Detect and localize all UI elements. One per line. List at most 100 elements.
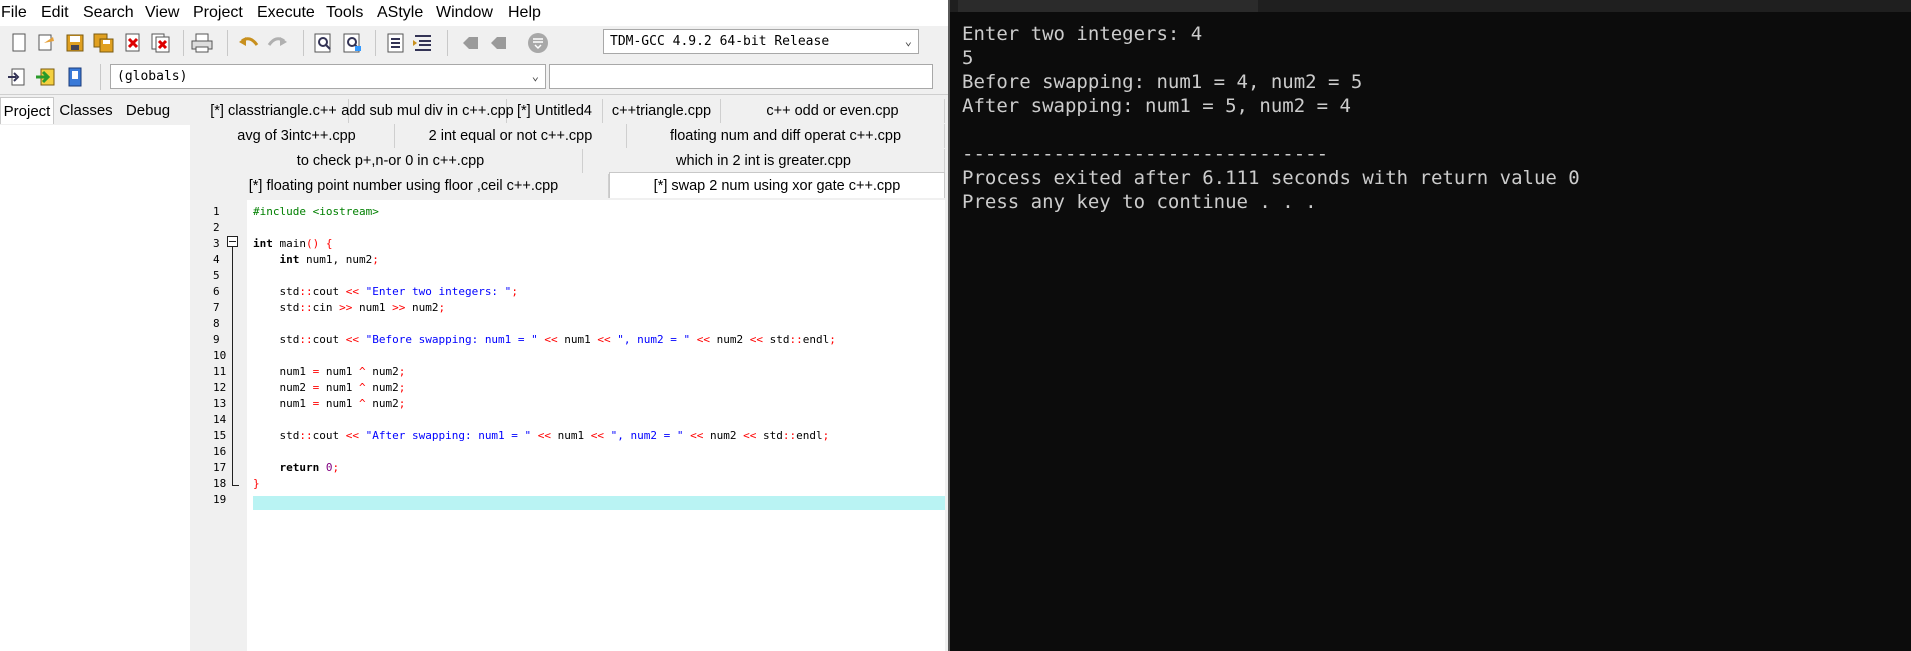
line-number: 2 bbox=[213, 221, 220, 234]
line-number: 16 bbox=[213, 445, 227, 458]
print-icon[interactable] bbox=[190, 31, 214, 55]
line-number: 7 bbox=[213, 301, 220, 314]
console-titlebar bbox=[950, 0, 1911, 12]
console-separator: -------------------------------- bbox=[962, 143, 1329, 165]
menu-execute[interactable]: Execute bbox=[257, 4, 315, 22]
code-line-17: return 0; bbox=[253, 461, 340, 474]
tab-classtriangle[interactable]: [*] classtriangle.c++ bbox=[199, 99, 349, 123]
fold-guide-end bbox=[232, 485, 239, 486]
code-line-12: num2 = num1 ^ num2; bbox=[253, 381, 406, 394]
menu-window[interactable]: Window bbox=[436, 4, 493, 22]
tab-check-pos-neg-zero[interactable]: to check p+,n-or 0 in c++.cpp bbox=[199, 149, 583, 173]
indent-icon[interactable] bbox=[384, 31, 408, 55]
open-folder-icon[interactable] bbox=[34, 31, 58, 55]
chevron-down-icon: ⌄ bbox=[531, 69, 539, 83]
code-line-15: std::cout << "After swapping: num1 = " <… bbox=[253, 429, 830, 442]
line-number: 17 bbox=[213, 461, 227, 474]
line-number: 19 bbox=[213, 493, 227, 506]
tab-classes[interactable]: Classes bbox=[56, 97, 116, 123]
tab-swap-xor-active[interactable]: [*] swap 2 num using xor gate c++.cpp bbox=[609, 172, 945, 198]
tab-2-int-equal[interactable]: 2 int equal or not c++.cpp bbox=[395, 124, 627, 148]
compiler-select[interactable]: TDM-GCC 4.9.2 64-bit Release ⌄ bbox=[603, 29, 919, 54]
line-number: 18 bbox=[213, 477, 227, 490]
console-window[interactable]: Enter two integers: 4 5 Before swapping:… bbox=[950, 0, 1911, 651]
console-line: 5 bbox=[962, 47, 974, 69]
insert-icon[interactable] bbox=[34, 65, 58, 89]
class-browser-icon[interactable] bbox=[63, 65, 87, 89]
bookmark-next-icon[interactable] bbox=[486, 31, 510, 55]
line-number: 12 bbox=[213, 381, 227, 394]
code-line-13: num1 = num1 ^ num2; bbox=[253, 397, 406, 410]
tab-cpp-triangle[interactable]: c++triangle.cpp bbox=[603, 99, 721, 123]
chevron-down-icon: ⌄ bbox=[904, 34, 912, 48]
menu-help[interactable]: Help bbox=[508, 4, 541, 22]
console-tab[interactable] bbox=[958, 0, 1258, 12]
tab-floor-ceil[interactable]: [*] floating point number using floor ,c… bbox=[199, 174, 609, 198]
close-file-icon[interactable] bbox=[121, 31, 145, 55]
line-number: 9 bbox=[213, 333, 220, 346]
bookmark-toggle-icon[interactable] bbox=[526, 31, 550, 55]
line-number: 6 bbox=[213, 285, 220, 298]
line-number: 4 bbox=[213, 253, 220, 266]
save-icon[interactable] bbox=[63, 31, 87, 55]
tab-untitled4[interactable]: [*] Untitled4 bbox=[507, 99, 603, 123]
line-number: 14 bbox=[213, 413, 227, 426]
line-number: 1 bbox=[213, 205, 220, 218]
secondary-toolbar: (globals) ⌄ bbox=[0, 60, 950, 95]
function-select[interactable] bbox=[549, 64, 933, 89]
splitter[interactable] bbox=[190, 97, 198, 651]
line-number-gutter: 1 2 3 4 5 6 7 8 9 10 11 12 13 14 15 16 1… bbox=[199, 200, 247, 651]
main-toolbar: TDM-GCC 4.9.2 64-bit Release ⌄ bbox=[0, 26, 950, 61]
file-tabs: [*] classtriangle.c++ add sub mul div in… bbox=[199, 97, 945, 199]
fold-toggle-icon[interactable] bbox=[227, 236, 238, 247]
code-line-4: int num1, num2; bbox=[253, 253, 379, 266]
goto-icon[interactable] bbox=[6, 65, 30, 89]
menu-edit[interactable]: Edit bbox=[41, 4, 69, 22]
code-line-18: } bbox=[253, 477, 260, 490]
menu-astyle[interactable]: AStyle bbox=[377, 4, 423, 22]
redo-icon[interactable] bbox=[265, 31, 289, 55]
undo-icon[interactable] bbox=[237, 31, 261, 55]
menu-search[interactable]: Search bbox=[83, 4, 134, 22]
bookmark-prev-icon[interactable] bbox=[458, 31, 482, 55]
tab-add-sub-mul-div[interactable]: add sub mul div in c++.cpp bbox=[341, 99, 514, 123]
menu-bar: File Edit Search View Project Execute To… bbox=[0, 0, 950, 26]
scope-select-value: (globals) bbox=[117, 69, 188, 84]
tab-debug[interactable]: Debug bbox=[120, 97, 176, 123]
tab-project[interactable]: Project bbox=[0, 97, 54, 124]
current-line-highlight bbox=[253, 496, 945, 510]
menu-tools[interactable]: Tools bbox=[326, 4, 363, 22]
unindent-icon[interactable] bbox=[410, 31, 434, 55]
line-number: 10 bbox=[213, 349, 227, 362]
line-number: 15 bbox=[213, 429, 227, 442]
compiler-select-value: TDM-GCC 4.9.2 64-bit Release bbox=[610, 34, 830, 49]
scope-select[interactable]: (globals) ⌄ bbox=[110, 64, 546, 89]
console-line: Process exited after 6.111 seconds with … bbox=[962, 167, 1580, 189]
menu-view[interactable]: View bbox=[145, 4, 179, 22]
console-line: Press any key to continue . . . bbox=[962, 191, 1317, 213]
save-all-icon[interactable] bbox=[92, 31, 116, 55]
code-line-1: #include <iostream> bbox=[253, 205, 379, 218]
code-line-3: int main() { bbox=[253, 237, 333, 250]
line-number: 5 bbox=[213, 269, 220, 282]
project-panel bbox=[0, 125, 191, 651]
tab-odd-or-even[interactable]: c++ odd or even.cpp bbox=[721, 99, 945, 123]
project-panel-tabs: Project Classes Debug bbox=[0, 97, 198, 125]
menu-file[interactable]: File bbox=[1, 4, 27, 22]
replace-icon[interactable] bbox=[341, 31, 365, 55]
find-icon[interactable] bbox=[312, 31, 336, 55]
code-editor[interactable]: 1 2 3 4 5 6 7 8 9 10 11 12 13 14 15 16 1… bbox=[199, 200, 945, 651]
code-line-9: std::cout << "Before swapping: num1 = " … bbox=[253, 333, 836, 346]
line-number: 11 bbox=[213, 365, 227, 378]
code-line-7: std::cin >> num1 >> num2; bbox=[253, 301, 446, 314]
close-all-icon[interactable] bbox=[149, 31, 173, 55]
tab-floating-num-diff[interactable]: floating num and diff operat c++.cpp bbox=[627, 124, 945, 148]
console-line: After swapping: num1 = 5, num2 = 4 bbox=[962, 95, 1351, 117]
devcpp-window: File Edit Search View Project Execute To… bbox=[0, 0, 950, 651]
tab-which-int-greater[interactable]: which in 2 int is greater.cpp bbox=[583, 149, 945, 173]
tab-avg-of-3int[interactable]: avg of 3intc++.cpp bbox=[199, 124, 395, 148]
fold-guide bbox=[232, 247, 233, 486]
new-file-icon[interactable] bbox=[7, 31, 31, 55]
console-line: Before swapping: num1 = 4, num2 = 5 bbox=[962, 71, 1363, 93]
menu-project[interactable]: Project bbox=[193, 4, 243, 22]
